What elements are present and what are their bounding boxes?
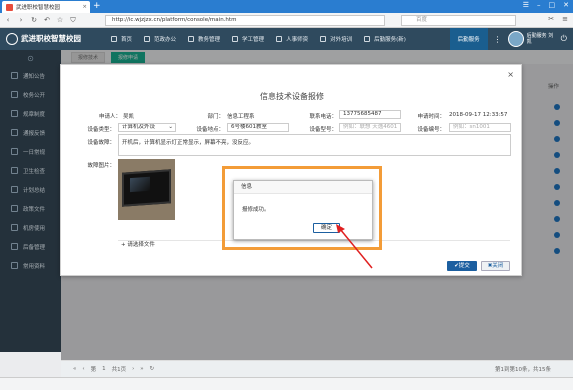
window-menu-icon[interactable]: ☰ [523, 1, 529, 9]
new-tab-icon[interactable]: + [93, 1, 101, 11]
shield-icon[interactable]: ⛉ [68, 16, 78, 25]
avatar[interactable] [507, 31, 524, 47]
book-icon [188, 36, 195, 42]
location-field[interactable]: 6号楼601教室 [227, 123, 289, 132]
device-type-select[interactable]: 计算机及外设 ⌄ [118, 123, 176, 132]
menu-label: 教务管理 [198, 37, 221, 43]
undo-icon[interactable]: ↶ [42, 16, 52, 24]
dept-value: 信息工程系 [227, 114, 255, 120]
menu-item-academic[interactable]: 教务管理 [182, 35, 226, 43]
number-label: 设备编号： [417, 127, 445, 133]
people-icon [276, 36, 283, 42]
maximize-icon[interactable]: □ [549, 1, 556, 9]
close-label: 关闭 [492, 263, 504, 269]
fault-label: 设备故障： [87, 140, 115, 146]
refresh-icon[interactable]: ↻ [29, 16, 39, 24]
menu-item-staff[interactable]: 人事师资 [270, 35, 314, 43]
phone-label: 联系电话： [309, 114, 337, 120]
close-window-icon[interactable]: ✕ [563, 1, 569, 9]
browser-toolbar-right: ✂ ≡ [548, 15, 568, 23]
tools-icon [364, 36, 371, 42]
last-page-icon[interactable]: » [140, 366, 143, 372]
number-field[interactable]: 例如：sn1001 [449, 123, 511, 132]
monitor-image [122, 169, 171, 207]
alert-title: 信息 [234, 181, 372, 194]
submit-button[interactable]: ✔提交 [447, 261, 477, 271]
logout-icon[interactable]: ⏻ [555, 34, 573, 44]
chevron-down-icon: ⌄ [168, 124, 173, 130]
menu-item-training[interactable]: 对外培训 [314, 35, 358, 43]
first-page-icon[interactable]: « [73, 366, 76, 372]
browser-status-bar [0, 377, 573, 390]
browser-search-input[interactable]: 百度 [401, 15, 516, 26]
menu-icon[interactable]: ≡ [562, 15, 568, 23]
menu-label: 学工管理 [242, 37, 265, 43]
browser-tab[interactable]: 武进职校智慧校园 × [2, 1, 90, 13]
user-icon [232, 36, 239, 42]
prev-page-icon[interactable]: ‹ [82, 366, 84, 372]
apply-time-label: 申请时间： [417, 114, 445, 120]
dialog-title: 信息技术设备报修 [260, 92, 324, 101]
applicant-value: 吴凯 [123, 114, 135, 120]
page-refresh-icon[interactable]: ↻ [150, 366, 155, 372]
menu-item-students[interactable]: 学工管理 [226, 35, 270, 43]
menu-label: 首页 [121, 37, 133, 43]
menu-item-logistics[interactable]: 后勤服务(新) [358, 35, 412, 43]
menu-item-home[interactable]: 首页 [105, 35, 138, 43]
page-number-input[interactable]: 1 [102, 366, 106, 372]
address-bar[interactable]: http://ic.wjzjzx.cn/platform/console/mai… [105, 15, 385, 26]
phone-field[interactable]: 13775685487 [339, 110, 401, 119]
sidebar-backdrop [0, 50, 61, 352]
tab-title: 武进职校智慧校园 [16, 5, 61, 11]
device-type-value: 计算机及外设 [122, 124, 156, 130]
model-label: 设备型号： [309, 127, 337, 133]
alert-message: 报修成功。 [242, 207, 270, 213]
forward-icon[interactable]: › [16, 16, 26, 24]
page-label: 第 [90, 367, 97, 373]
next-page-icon[interactable]: › [132, 366, 134, 372]
menu-label: 范政办公 [154, 37, 177, 43]
window-controls: ☰ – □ ✕ [523, 1, 569, 9]
ok-button[interactable]: 确定 [313, 223, 340, 233]
logo-icon [6, 33, 18, 45]
device-type-label: 设备类型： [87, 127, 115, 133]
home-icon [111, 36, 117, 42]
close-button[interactable]: ✖关闭 [481, 261, 510, 271]
close-icon[interactable]: × [507, 70, 514, 79]
chart-icon [320, 36, 327, 42]
page-info: 第1到第10条，共15条 [495, 367, 551, 373]
apply-time-value: 2018-09-17 12:33:57 [449, 112, 508, 118]
app-header-right: 后勤服务 ⋮ 后勤服务 刘凯 ⏻ [449, 28, 573, 50]
success-alert-dialog: 信息 报修成功。 确定 [233, 180, 373, 240]
quick-link-logistics[interactable]: 后勤服务 [449, 28, 488, 50]
applicant-label: 申请人： [98, 114, 121, 120]
more-icon[interactable]: ⋮ [488, 35, 508, 44]
location-label: 设备地点： [196, 127, 224, 133]
user-name[interactable]: 后勤服务 刘凯 [527, 33, 555, 45]
scissors-icon[interactable]: ✂ [548, 15, 554, 23]
fault-description-textarea[interactable]: 开机后，计算机显示灯正常显示，屏幕不亮，没反应。 [118, 134, 511, 156]
photo-label: 故障图片： [87, 163, 115, 169]
dept-label: 部门： [207, 114, 224, 120]
menu-item-office[interactable]: 范政办公 [138, 35, 182, 43]
menu-label: 人事师资 [286, 37, 309, 43]
app-logo: 武进职校智慧校园 [0, 33, 105, 45]
logo-text: 武进职校智慧校园 [21, 34, 81, 43]
submit-label: 提交 [458, 263, 470, 269]
star-icon[interactable]: ☆ [55, 16, 65, 24]
back-icon[interactable]: ‹ [3, 16, 13, 24]
menu-label: 对外培训 [330, 37, 353, 43]
briefcase-icon [144, 36, 151, 42]
menu-label: 后勤服务(新) [374, 37, 406, 43]
model-field[interactable]: 例如：联想 天逸4601 [339, 123, 401, 132]
tab-close-icon[interactable]: × [82, 4, 87, 10]
minimize-icon[interactable]: – [537, 1, 541, 9]
page-total: 共1页 [111, 367, 127, 373]
favicon-icon [6, 3, 13, 11]
fault-photo [118, 159, 175, 220]
